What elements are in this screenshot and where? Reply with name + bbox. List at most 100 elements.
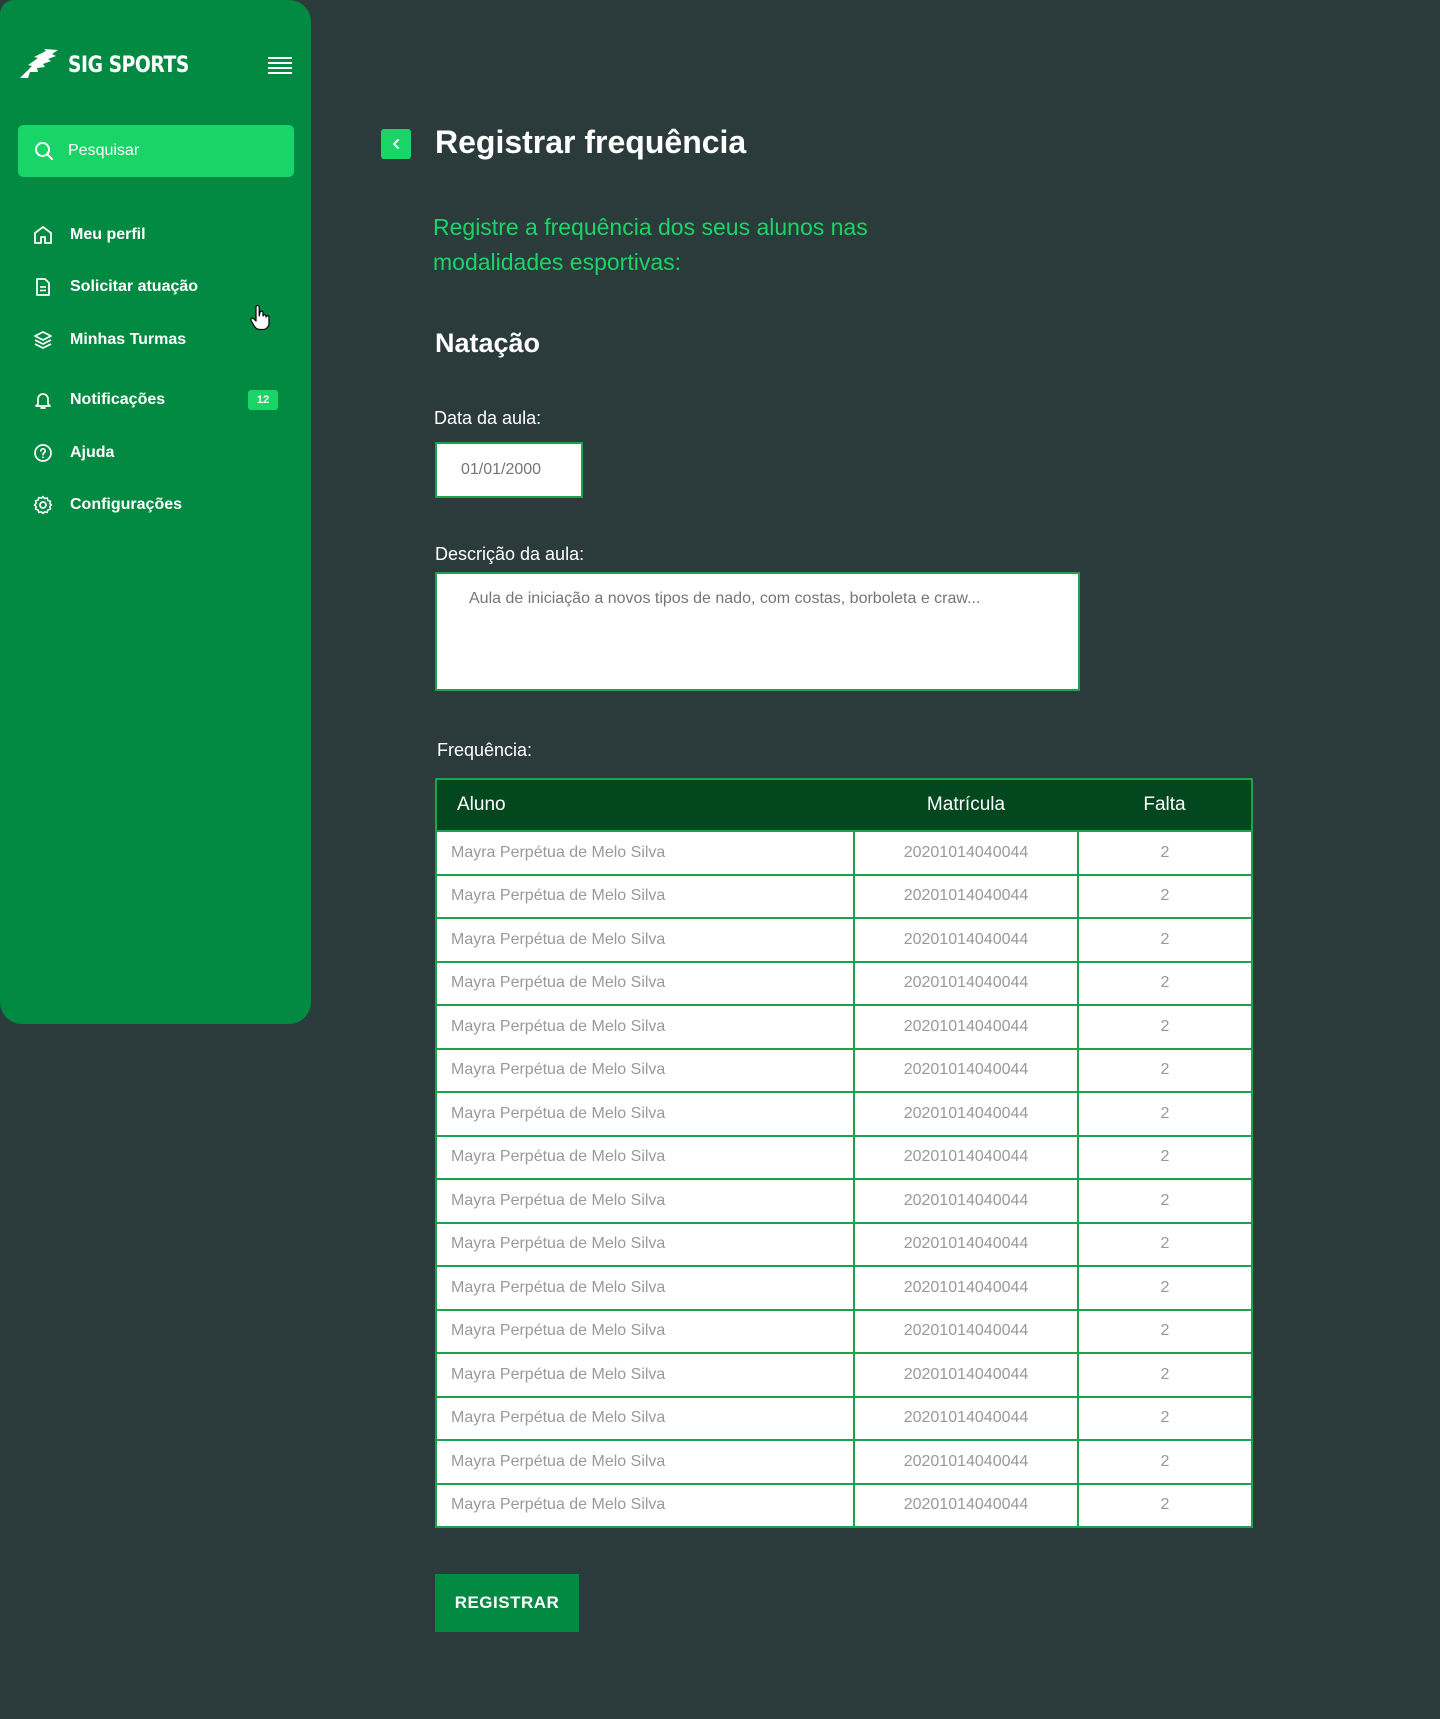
absence-cell[interactable]: 2: [1077, 1178, 1253, 1224]
page: SIG SPORTS Pesquisar Meu perfil Solicita…: [0, 0, 1440, 1719]
table-row: Mayra Perpétua de Melo Silva 202010140400…: [435, 1091, 1253, 1137]
absence-cell[interactable]: 2: [1077, 1308, 1253, 1354]
search-icon: [35, 142, 53, 160]
student-name-cell: Mayra Perpétua de Melo Silva: [435, 1265, 855, 1311]
student-name-cell: Mayra Perpétua de Melo Silva: [435, 873, 855, 919]
student-name-cell: Mayra Perpétua de Melo Silva: [435, 1395, 855, 1441]
eagle-logo-icon: [20, 49, 58, 78]
student-name-cell: Mayra Perpétua de Melo Silva: [435, 1047, 855, 1093]
enrollment-cell: 20201014040044: [853, 1439, 1079, 1485]
table-row: Mayra Perpétua de Melo Silva 202010140400…: [435, 1178, 1253, 1224]
section-title: Natação: [435, 328, 541, 358]
absence-cell[interactable]: 2: [1077, 1134, 1253, 1180]
notification-count-badge: 12: [248, 390, 278, 410]
search-input[interactable]: Pesquisar: [18, 125, 294, 177]
table-body: Mayra Perpétua de Melo Silva 202010140400…: [435, 830, 1253, 1528]
absence-cell[interactable]: 2: [1077, 1091, 1253, 1137]
absence-cell[interactable]: 2: [1077, 1352, 1253, 1398]
frequency-label: Frequência:: [437, 740, 533, 760]
student-name-cell: Mayra Perpétua de Melo Silva: [435, 1134, 855, 1180]
back-button[interactable]: [381, 129, 411, 159]
description-field[interactable]: [435, 572, 1080, 691]
enrollment-cell: 20201014040044: [853, 1091, 1079, 1137]
page-title: Registrar frequência: [435, 124, 747, 160]
table-header-row: Aluno Matrícula Falta: [436, 779, 1252, 831]
table-row: Mayra Perpétua de Melo Silva 202010140400…: [435, 1134, 1253, 1180]
table-row: Mayra Perpétua de Melo Silva 202010140400…: [435, 1395, 1253, 1441]
absence-cell[interactable]: 2: [1077, 1047, 1253, 1093]
enrollment-cell: 20201014040044: [853, 1004, 1079, 1050]
student-name-cell: Mayra Perpétua de Melo Silva: [435, 1308, 855, 1354]
search-placeholder: Pesquisar: [68, 142, 140, 159]
intro-text: Registre a frequência dos seus alunos na…: [433, 214, 868, 275]
absence-cell[interactable]: 2: [1077, 1265, 1253, 1311]
enrollment-cell: 20201014040044: [853, 873, 1079, 919]
date-field[interactable]: [435, 442, 583, 498]
sidebar-item-meu-perfil[interactable]: Meu perfil: [32, 219, 292, 251]
table-row: Mayra Perpétua de Melo Silva 202010140400…: [435, 1047, 1253, 1093]
table-row: Mayra Perpétua de Melo Silva 202010140400…: [435, 1308, 1253, 1354]
student-name-cell: Mayra Perpétua de Melo Silva: [435, 960, 855, 1006]
enrollment-cell: 20201014040044: [853, 1221, 1079, 1267]
absence-cell[interactable]: 2: [1077, 1004, 1253, 1050]
enrollment-cell: 20201014040044: [853, 1308, 1079, 1354]
absence-cell[interactable]: 2: [1077, 1439, 1253, 1485]
table-row: Mayra Perpétua de Melo Silva 202010140400…: [435, 1439, 1253, 1485]
absence-cell[interactable]: 2: [1077, 830, 1253, 876]
enrollment-cell: 20201014040044: [853, 1134, 1079, 1180]
attendance-table: Aluno Matrícula Falta Mayra Perpétua de …: [435, 778, 1253, 1528]
sidebar-item-label: Ajuda: [70, 444, 115, 461]
sidebar-item-configuracoes[interactable]: Configurações: [32, 489, 292, 521]
date-label: Data da aula:: [434, 408, 542, 428]
sidebar-item-notificacoes[interactable]: Notificações 12: [32, 384, 292, 416]
enrollment-cell: 20201014040044: [853, 1482, 1079, 1528]
gear-icon: [32, 494, 54, 516]
layers-icon: [32, 329, 54, 351]
student-name-cell: Mayra Perpétua de Melo Silva: [435, 1221, 855, 1267]
sidebar-item-label: Configurações: [70, 496, 183, 513]
table-row: Mayra Perpétua de Melo Silva 202010140400…: [435, 1004, 1253, 1050]
enrollment-cell: 20201014040044: [853, 960, 1079, 1006]
menu-toggle-icon[interactable]: [268, 57, 292, 75]
student-name-cell: Mayra Perpétua de Melo Silva: [435, 1352, 855, 1398]
sidebar: SIG SPORTS Pesquisar Meu perfil Solicita…: [0, 0, 311, 1024]
student-name-cell: Mayra Perpétua de Melo Silva: [435, 830, 855, 876]
sidebar-item-ajuda[interactable]: Ajuda: [32, 437, 292, 469]
absence-cell[interactable]: 2: [1077, 917, 1253, 963]
table-row: Mayra Perpétua de Melo Silva 202010140400…: [435, 1221, 1253, 1267]
enrollment-cell: 20201014040044: [853, 1395, 1079, 1441]
column-header-falta: Falta: [1143, 794, 1186, 815]
student-name-cell: Mayra Perpétua de Melo Silva: [435, 1482, 855, 1528]
absence-cell[interactable]: 2: [1077, 960, 1253, 1006]
table-row: Mayra Perpétua de Melo Silva 202010140400…: [435, 960, 1253, 1006]
sidebar-item-solicitar-atuacao[interactable]: Solicitar atuação: [32, 271, 292, 303]
enrollment-cell: 20201014040044: [853, 917, 1079, 963]
register-button[interactable]: REGISTRAR: [435, 1574, 579, 1632]
brand-name: SIG SPORTS: [68, 52, 189, 78]
description-label: Descrição da aula:: [435, 544, 585, 564]
chevron-left-icon: [393, 139, 399, 149]
sidebar-item-label: Notificações: [70, 391, 166, 408]
student-name-cell: Mayra Perpétua de Melo Silva: [435, 1091, 855, 1137]
enrollment-cell: 20201014040044: [853, 1178, 1079, 1224]
column-header-matricula: Matrícula: [926, 794, 1006, 815]
table-row: Mayra Perpétua de Melo Silva 202010140400…: [435, 1352, 1253, 1398]
sidebar-item-label: Minhas Turmas: [70, 331, 187, 348]
brand[interactable]: SIG SPORTS: [18, 48, 210, 82]
table-row: Mayra Perpétua de Melo Silva 202010140400…: [435, 873, 1253, 919]
absence-cell[interactable]: 2: [1077, 1221, 1253, 1267]
enrollment-cell: 20201014040044: [853, 1265, 1079, 1311]
sidebar-item-label: Solicitar atuação: [70, 278, 199, 295]
table-row: Mayra Perpétua de Melo Silva 202010140400…: [435, 1482, 1253, 1528]
absence-cell[interactable]: 2: [1077, 1482, 1253, 1528]
student-name-cell: Mayra Perpétua de Melo Silva: [435, 1004, 855, 1050]
absence-cell[interactable]: 2: [1077, 1395, 1253, 1441]
student-name-cell: Mayra Perpétua de Melo Silva: [435, 1178, 855, 1224]
absence-cell[interactable]: 2: [1077, 873, 1253, 919]
table-row: Mayra Perpétua de Melo Silva 202010140400…: [435, 917, 1253, 963]
table-row: Mayra Perpétua de Melo Silva 202010140400…: [435, 830, 1253, 876]
hand-cursor-icon: [250, 305, 270, 331]
document-icon: [32, 276, 54, 298]
sidebar-item-label: Meu perfil: [70, 226, 146, 243]
enrollment-cell: 20201014040044: [853, 1352, 1079, 1398]
